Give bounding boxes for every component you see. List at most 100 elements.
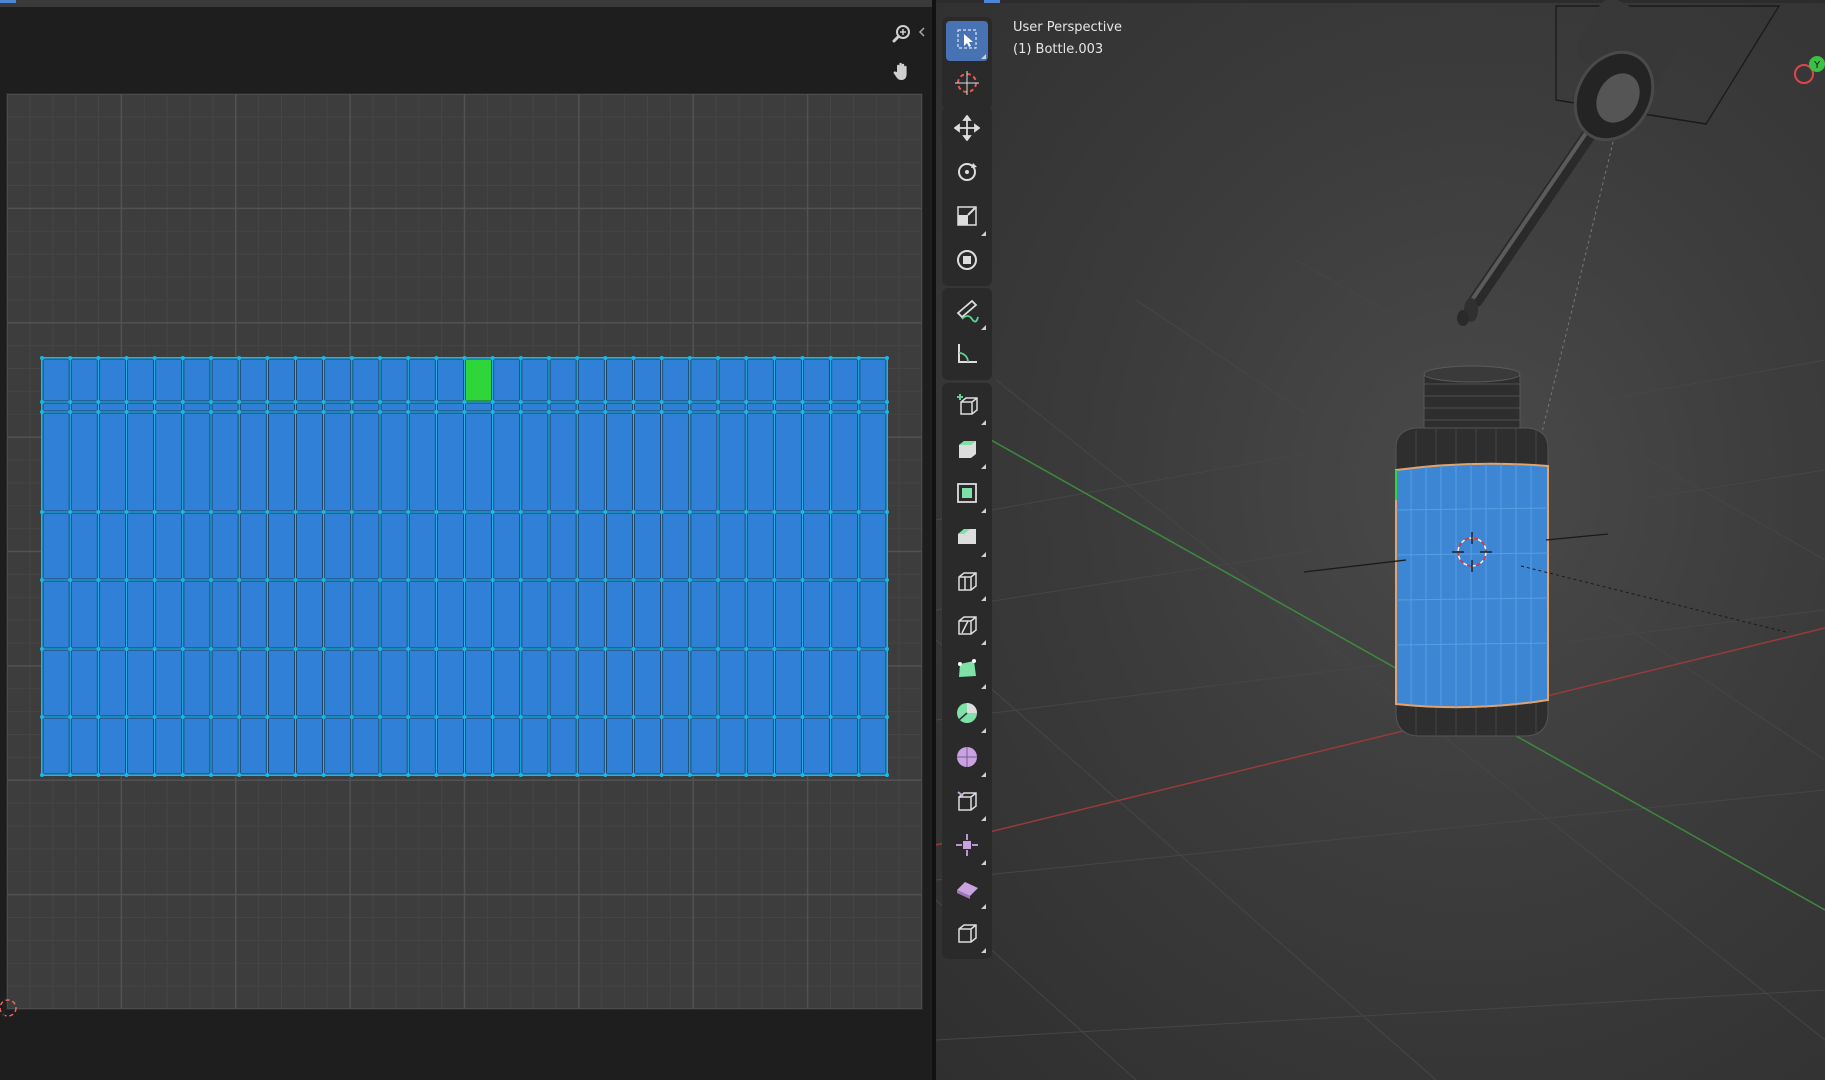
uv-vertex[interactable] <box>68 647 73 651</box>
uv-vertex[interactable] <box>406 578 411 582</box>
uv-face[interactable] <box>239 358 267 402</box>
uv-vertex[interactable] <box>575 356 580 360</box>
uv-vertex[interactable] <box>518 356 523 360</box>
uv-face[interactable] <box>549 580 577 649</box>
uv-face[interactable] <box>380 512 408 580</box>
uv-vertex[interactable] <box>828 356 833 360</box>
uv-vertex[interactable] <box>603 647 608 651</box>
uv-face[interactable] <box>436 358 464 402</box>
uv-vertex[interactable] <box>209 400 213 404</box>
uv-vertex[interactable] <box>687 410 692 414</box>
uv-vertex[interactable] <box>349 578 354 582</box>
hand-pan-icon[interactable] <box>889 58 915 84</box>
spin-tool-button[interactable] <box>946 695 988 735</box>
uv-vertex[interactable] <box>378 356 382 360</box>
uv-vertex[interactable] <box>772 510 777 514</box>
uv-face[interactable] <box>70 512 98 580</box>
uv-vertex[interactable] <box>800 647 805 651</box>
uv-vertex[interactable] <box>744 400 749 404</box>
uv-vertex[interactable] <box>434 647 439 651</box>
uv-vertex[interactable] <box>659 773 664 777</box>
uv-face[interactable] <box>436 512 464 580</box>
uv-vertex[interactable] <box>687 647 692 651</box>
uv-face[interactable] <box>42 580 70 649</box>
uv-vertex[interactable] <box>68 510 73 514</box>
uv-face[interactable] <box>98 402 126 412</box>
uv-vertex[interactable] <box>856 715 861 719</box>
uv-vertex[interactable] <box>885 510 889 514</box>
uv-editor-panel[interactable] <box>0 0 932 1080</box>
uv-canvas[interactable] <box>6 93 923 1010</box>
uv-face[interactable] <box>634 402 662 412</box>
uv-vertex[interactable] <box>180 715 185 719</box>
uv-vertex[interactable] <box>349 647 354 651</box>
uv-face[interactable] <box>211 580 239 649</box>
uv-vertex[interactable] <box>772 578 777 582</box>
uv-face[interactable] <box>549 512 577 580</box>
uv-vertex[interactable] <box>716 356 720 360</box>
uv-face[interactable] <box>155 358 183 402</box>
uv-vertex[interactable] <box>603 410 608 414</box>
uv-vertex[interactable] <box>744 578 749 582</box>
uv-face[interactable] <box>183 402 211 412</box>
uv-vertex[interactable] <box>68 578 73 582</box>
uv-face[interactable] <box>662 649 690 717</box>
uv-face[interactable] <box>774 717 802 775</box>
uv-vertex[interactable] <box>462 356 467 360</box>
uv-vertex[interactable] <box>687 715 692 719</box>
uv-vertex[interactable] <box>603 773 608 777</box>
uv-face[interactable] <box>352 580 380 649</box>
uv-vertex[interactable] <box>518 578 523 582</box>
uv-face[interactable] <box>42 402 70 412</box>
uv-face[interactable] <box>521 649 549 717</box>
uv-vertex[interactable] <box>659 715 664 719</box>
add-cube-tool-button[interactable] <box>946 387 988 427</box>
uv-face[interactable] <box>239 402 267 412</box>
uv-vertex[interactable] <box>237 400 242 404</box>
uv-vertex[interactable] <box>152 510 157 514</box>
uv-vertex[interactable] <box>518 773 523 777</box>
uv-face[interactable] <box>859 402 887 412</box>
uv-vertex[interactable] <box>856 647 861 651</box>
shear-tool-button[interactable] <box>946 871 988 911</box>
uv-face[interactable] <box>493 358 521 402</box>
uv-face[interactable] <box>662 358 690 402</box>
uv-vertex[interactable] <box>744 715 749 719</box>
uv-vertex[interactable] <box>40 510 44 514</box>
uv-vertex[interactable] <box>265 715 270 719</box>
uv-vertex[interactable] <box>40 715 44 719</box>
uv-vertex[interactable] <box>631 578 636 582</box>
uv-vertex[interactable] <box>856 356 861 360</box>
uv-face[interactable] <box>127 649 155 717</box>
uv-face[interactable] <box>859 717 887 775</box>
uv-face[interactable] <box>493 412 521 512</box>
uv-face[interactable] <box>98 512 126 580</box>
uv-face[interactable] <box>831 412 859 512</box>
uv-face[interactable] <box>436 649 464 717</box>
uv-vertex[interactable] <box>124 715 129 719</box>
uv-face[interactable] <box>155 512 183 580</box>
uv-vertex[interactable] <box>603 400 608 404</box>
uv-vertex[interactable] <box>744 647 749 651</box>
uv-vertex[interactable] <box>603 510 608 514</box>
uv-face[interactable] <box>634 412 662 512</box>
uv-face[interactable] <box>239 412 267 512</box>
uv-face[interactable] <box>183 580 211 649</box>
uv-face[interactable] <box>662 412 690 512</box>
uv-face[interactable] <box>380 412 408 512</box>
uv-face[interactable] <box>634 580 662 649</box>
uv-vertex[interactable] <box>237 647 242 651</box>
uv-face[interactable] <box>690 717 718 775</box>
uv-face[interactable] <box>634 649 662 717</box>
uv-face[interactable] <box>324 412 352 512</box>
uv-vertex[interactable] <box>800 773 805 777</box>
uv-face[interactable] <box>324 580 352 649</box>
uv-vertex[interactable] <box>828 647 833 651</box>
uv-face[interactable] <box>662 717 690 775</box>
uv-vertex[interactable] <box>462 647 467 651</box>
uv-vertex[interactable] <box>209 773 213 777</box>
uv-face[interactable] <box>183 717 211 775</box>
uv-face[interactable] <box>718 412 746 512</box>
uv-face[interactable] <box>521 580 549 649</box>
uv-vertex[interactable] <box>772 773 777 777</box>
